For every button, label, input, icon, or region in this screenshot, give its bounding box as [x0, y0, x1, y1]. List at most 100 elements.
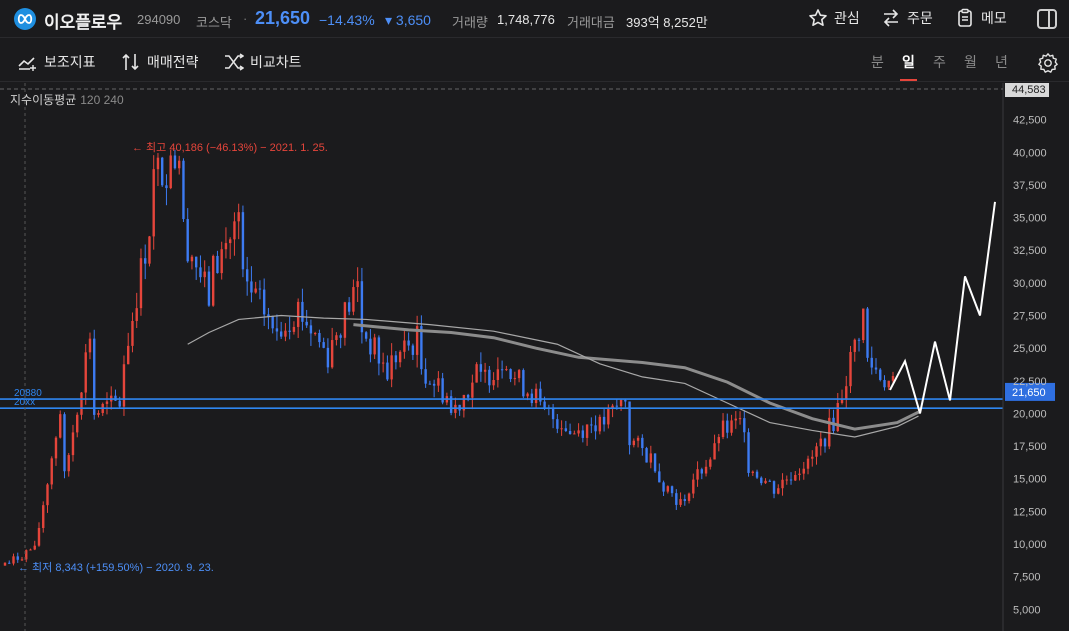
- order-button[interactable]: 주문: [881, 8, 933, 28]
- compare-chart-button[interactable]: 비교차트: [224, 52, 302, 72]
- candle-body: [178, 160, 181, 169]
- indicator-legend-label: 지수이동평균: [10, 93, 77, 107]
- candle-body: [836, 402, 839, 432]
- candle-body: [785, 479, 788, 481]
- candle-body: [653, 453, 657, 472]
- memo-button[interactable]: 메모: [955, 8, 1007, 28]
- candle-body: [148, 236, 151, 264]
- candle-body: [288, 330, 291, 332]
- watchlist-button[interactable]: 관심: [808, 8, 860, 28]
- candle-body: [50, 458, 53, 485]
- candle-body: [139, 258, 143, 309]
- swap-arrows-icon: [883, 9, 899, 27]
- candle-body: [131, 320, 134, 346]
- candle-body: [343, 302, 347, 338]
- candle-body: [390, 355, 393, 380]
- candle-body: [271, 316, 274, 329]
- candle-body: [471, 382, 474, 398]
- candle-body: [233, 221, 236, 240]
- candle-body: [190, 256, 194, 262]
- candle-body: [683, 499, 687, 501]
- candle-body: [156, 157, 160, 170]
- candle-body: [594, 425, 597, 432]
- candle-body: [794, 474, 797, 481]
- candle-body: [764, 480, 767, 484]
- candle-body: [207, 271, 211, 306]
- price-chart[interactable]: 2088020xx21,650 42,50040,00037,50035,000…: [0, 83, 1069, 631]
- candle-body: [670, 486, 674, 494]
- candle-body: [245, 269, 249, 282]
- candle-body: [335, 335, 338, 341]
- candle-body: [428, 383, 432, 385]
- candle-body: [551, 408, 555, 420]
- candle-body: [258, 288, 262, 290]
- candle-body: [84, 352, 87, 393]
- candle-body: [772, 481, 776, 494]
- candle-body: [811, 456, 814, 459]
- candle-body: [29, 549, 32, 551]
- side-panel-icon[interactable]: [1037, 9, 1057, 29]
- period-week-tab[interactable]: 주: [933, 52, 946, 72]
- candle-body: [220, 249, 223, 274]
- current-price-label: 21,650: [1012, 387, 1046, 399]
- candle-body: [883, 379, 886, 388]
- volume-label: 거래량: [452, 15, 488, 30]
- stock-code: 294090: [137, 12, 181, 27]
- period-minute-tab[interactable]: 분: [871, 52, 884, 72]
- candle-body: [386, 362, 389, 380]
- candle-body: [781, 479, 784, 489]
- candle-body: [857, 339, 861, 341]
- candle-body: [356, 281, 359, 288]
- candle-body: [636, 437, 640, 441]
- indicator-button[interactable]: 보조지표: [18, 52, 96, 72]
- candle-body: [802, 468, 805, 474]
- candle-body: [641, 437, 644, 449]
- indicator-icon: [18, 57, 36, 71]
- candle-body: [71, 432, 75, 456]
- candle-body: [3, 562, 7, 566]
- candle-body: [241, 212, 245, 270]
- candle-body: [63, 414, 66, 472]
- forecast-line: [889, 201, 996, 414]
- candle-body: [420, 326, 423, 370]
- y-tick-label: 12,500: [1013, 506, 1047, 518]
- candle-body: [42, 505, 45, 528]
- y-tick-label: 30,000: [1013, 278, 1047, 290]
- candle-body: [598, 416, 602, 432]
- candle-body: [169, 155, 172, 189]
- period-month-tab[interactable]: 월: [964, 52, 977, 72]
- trade-amount-value: 393억 8,252만: [626, 15, 708, 30]
- candle-body: [194, 256, 198, 268]
- candle-body: [199, 267, 202, 278]
- candle-body: [369, 338, 372, 355]
- candle-body: [313, 333, 317, 335]
- candle-body: [709, 459, 712, 467]
- candle-body: [619, 400, 623, 407]
- candle-body: [806, 458, 810, 469]
- candle-body: [381, 362, 385, 364]
- period-day-tab[interactable]: 일: [902, 52, 915, 72]
- strategy-label: 매매전략: [147, 54, 199, 70]
- candle-body: [411, 345, 415, 355]
- y-tick-label: 22,500: [1013, 376, 1047, 388]
- gear-icon[interactable]: [1037, 52, 1059, 74]
- candle-body: [118, 400, 121, 407]
- candle-body: [186, 219, 189, 262]
- change-amount: ▾ 3,650: [385, 12, 431, 28]
- period-year-tab[interactable]: 년: [995, 52, 1008, 72]
- indicator-legend-params: 120 240: [80, 93, 124, 107]
- strategy-button[interactable]: 매매전략: [121, 52, 199, 72]
- candle-body: [556, 419, 559, 429]
- candle-body: [734, 418, 737, 421]
- candle-body: [590, 424, 593, 426]
- candle-body: [789, 479, 793, 481]
- candle-body: [76, 414, 79, 433]
- candle-body: [692, 479, 695, 494]
- change-percent: −14.43%: [319, 12, 375, 28]
- compare-icon: [225, 53, 244, 71]
- candle-body: [127, 345, 130, 365]
- candle-body: [59, 414, 62, 438]
- separator-dot: ·: [243, 11, 248, 26]
- y-tick-label: 5,000: [1013, 604, 1041, 616]
- memo-label: 메모: [981, 10, 1007, 26]
